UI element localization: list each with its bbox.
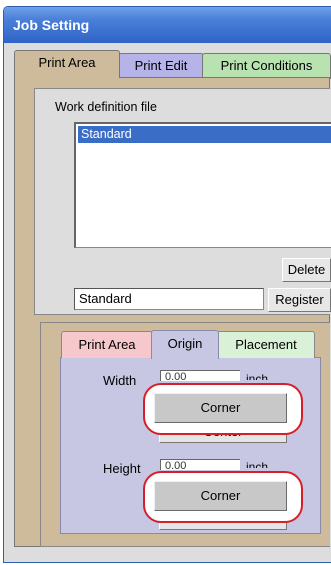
work-definition-list[interactable]: Standard (74, 122, 331, 248)
height-unit-label: inch (246, 460, 269, 468)
width-unit-label: inch (246, 372, 269, 380)
subtab-placement[interactable]: Placement (217, 331, 315, 358)
definition-name-field[interactable]: Standard (74, 288, 264, 310)
width-corner-button[interactable]: Corner (154, 393, 287, 423)
register-button[interactable]: Register (268, 288, 331, 312)
tab-print-conditions[interactable]: Print Conditions (202, 53, 331, 79)
tab-print-area[interactable]: Print Area (14, 50, 120, 78)
tab-print-edit[interactable]: Print Edit (118, 53, 204, 79)
list-item[interactable]: Standard (78, 126, 331, 143)
height-label: Height (103, 461, 141, 476)
subtab-origin[interactable]: Origin (151, 330, 219, 359)
width-label: Width (103, 373, 137, 388)
window-title: Job Setting (4, 7, 331, 43)
height-field[interactable]: 0.00 (160, 459, 240, 472)
work-definition-label: Work definition file (55, 100, 157, 114)
height-corner-button[interactable]: Corner (154, 481, 287, 511)
subtab-print-area[interactable]: Print Area (61, 331, 153, 358)
delete-button[interactable]: Delete (282, 258, 331, 282)
width-field[interactable]: 0.00 (160, 370, 240, 383)
